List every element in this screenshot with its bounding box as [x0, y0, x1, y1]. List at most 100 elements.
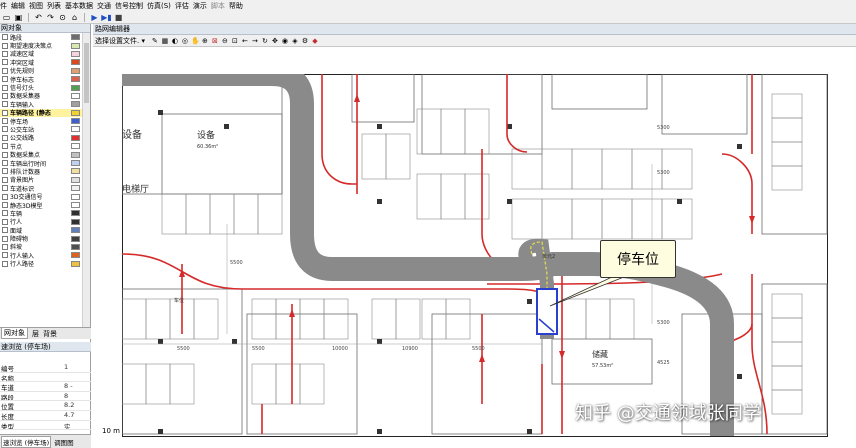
visibility-checkbox[interactable]	[2, 193, 8, 200]
property-row[interactable]: 车道 8 -	[0, 382, 91, 392]
color-icon[interactable]: ◆	[311, 37, 319, 45]
edit-icon[interactable]: ✎	[151, 37, 159, 45]
visibility-checkbox[interactable]	[2, 202, 8, 208]
property-value[interactable]	[64, 373, 91, 382]
visibility-checkbox[interactable]	[2, 176, 8, 183]
menu-item[interactable]: 基本数据	[65, 1, 93, 11]
visibility-checkbox[interactable]	[2, 34, 8, 41]
visibility-checkbox[interactable]	[2, 67, 8, 74]
visibility-checkbox[interactable]	[2, 101, 8, 108]
tab-smart-map[interactable]: 调图图	[54, 437, 74, 447]
select-mode-dropdown[interactable]: 选择设置文件. ▾	[95, 36, 149, 46]
color-swatch[interactable]	[71, 34, 80, 41]
settings-icon[interactable]: ⚙	[301, 37, 309, 45]
property-value[interactable]: 4.7	[64, 411, 91, 420]
globe-icon[interactable]: ◐	[171, 37, 179, 45]
visibility-checkbox[interactable]	[2, 218, 8, 225]
visibility-checkbox[interactable]	[2, 118, 8, 125]
step-icon[interactable]: ▶▮	[101, 13, 112, 22]
visibility-checkbox[interactable]	[2, 109, 8, 116]
visibility-checkbox[interactable]	[2, 151, 8, 158]
save-icon[interactable]: ▣	[14, 13, 23, 22]
zoom-icon[interactable]: ⊙	[58, 13, 67, 22]
color-swatch[interactable]	[71, 109, 80, 116]
color-swatch[interactable]	[71, 101, 80, 108]
visibility-checkbox[interactable]	[2, 143, 8, 150]
color-swatch[interactable]	[71, 134, 80, 141]
back-icon[interactable]: ←	[241, 37, 249, 45]
visibility-checkbox[interactable]	[2, 50, 8, 57]
color-swatch[interactable]	[71, 42, 80, 49]
3d-icon[interactable]: ◈	[291, 37, 299, 45]
zoom-out-icon[interactable]: ⊖	[221, 37, 229, 45]
rotate-icon[interactable]: ↻	[261, 37, 269, 45]
color-swatch[interactable]	[71, 202, 80, 208]
property-value[interactable]: 8	[64, 392, 91, 401]
menu-item[interactable]: 评估	[175, 1, 189, 11]
property-value[interactable]: 1	[64, 363, 91, 372]
property-row[interactable]: 位置 8.2	[0, 401, 91, 411]
color-swatch[interactable]	[71, 118, 80, 125]
color-swatch[interactable]	[71, 143, 80, 150]
menu-item[interactable]: 交通	[97, 1, 111, 11]
tab-layers[interactable]: 层	[32, 329, 39, 339]
visibility-checkbox[interactable]	[2, 84, 8, 91]
color-swatch[interactable]	[71, 168, 80, 175]
color-swatch[interactable]	[71, 243, 80, 250]
tab-backgrounds[interactable]: 背景	[43, 329, 57, 339]
forward-icon[interactable]: →	[251, 37, 259, 45]
property-value[interactable]: 8.2	[64, 401, 91, 410]
color-swatch[interactable]	[71, 193, 80, 200]
menu-item[interactable]: 帮助	[229, 1, 243, 11]
color-swatch[interactable]	[71, 76, 80, 83]
property-value[interactable]: 实	[64, 421, 91, 430]
open-icon[interactable]: ▭	[2, 13, 11, 22]
zoom-window-icon[interactable]: ⊡	[231, 37, 239, 45]
tab-network-objects[interactable]: 网对象	[1, 328, 28, 339]
color-swatch[interactable]	[71, 126, 80, 133]
color-swatch[interactable]	[71, 218, 80, 225]
property-value[interactable]: 8 -	[64, 382, 91, 391]
menu-item[interactable]: 脚本	[211, 1, 225, 11]
property-row[interactable]: 名称	[0, 373, 91, 383]
color-swatch[interactable]	[71, 252, 80, 259]
parking-garage-drawing[interactable]: 设备 设备 60.36m² 电梯厅 储藏 57.53m² 车位 单元2 5500…	[122, 74, 852, 444]
property-row[interactable]: 长度 4.7	[0, 411, 91, 421]
grid-icon[interactable]: ▦	[161, 37, 169, 45]
redo-icon[interactable]: ↷	[46, 13, 55, 22]
play-icon[interactable]: ▶	[90, 13, 99, 22]
color-swatch[interactable]	[71, 59, 80, 66]
color-swatch[interactable]	[71, 92, 80, 99]
color-swatch[interactable]	[71, 67, 80, 74]
menu-item[interactable]: 件	[0, 1, 7, 11]
visibility-checkbox[interactable]	[2, 243, 8, 250]
menu-item[interactable]: 视图	[29, 1, 43, 11]
menu-item[interactable]: 编辑	[11, 1, 25, 11]
visibility-checkbox[interactable]	[2, 76, 8, 83]
pan-icon[interactable]: ✥	[271, 37, 279, 45]
camera-icon[interactable]: ◉	[281, 37, 289, 45]
object-list-scrollbar[interactable]	[82, 33, 90, 328]
color-swatch[interactable]	[71, 210, 80, 217]
color-swatch[interactable]	[71, 151, 80, 158]
menu-item[interactable]: 演示	[193, 1, 207, 11]
color-swatch[interactable]	[71, 160, 80, 167]
visibility-checkbox[interactable]	[2, 126, 8, 133]
color-swatch[interactable]	[71, 260, 80, 267]
undo-icon[interactable]: ↶	[34, 13, 43, 22]
visibility-checkbox[interactable]	[2, 227, 8, 234]
visibility-checkbox[interactable]	[2, 252, 8, 259]
color-swatch[interactable]	[71, 84, 80, 91]
visibility-checkbox[interactable]	[2, 92, 8, 99]
visibility-checkbox[interactable]	[2, 134, 8, 141]
visibility-checkbox[interactable]	[2, 168, 8, 175]
menu-item[interactable]: 列表	[47, 1, 61, 11]
parking-lot[interactable]	[536, 288, 558, 335]
scrollbar-thumb[interactable]	[84, 43, 89, 103]
color-swatch[interactable]	[71, 185, 80, 192]
stop-icon[interactable]: ■	[114, 13, 123, 22]
home-icon[interactable]: ⌂	[70, 13, 79, 22]
property-row[interactable]: 编号 1	[0, 363, 91, 373]
visibility-checkbox[interactable]	[2, 185, 8, 192]
color-swatch[interactable]	[71, 176, 80, 183]
